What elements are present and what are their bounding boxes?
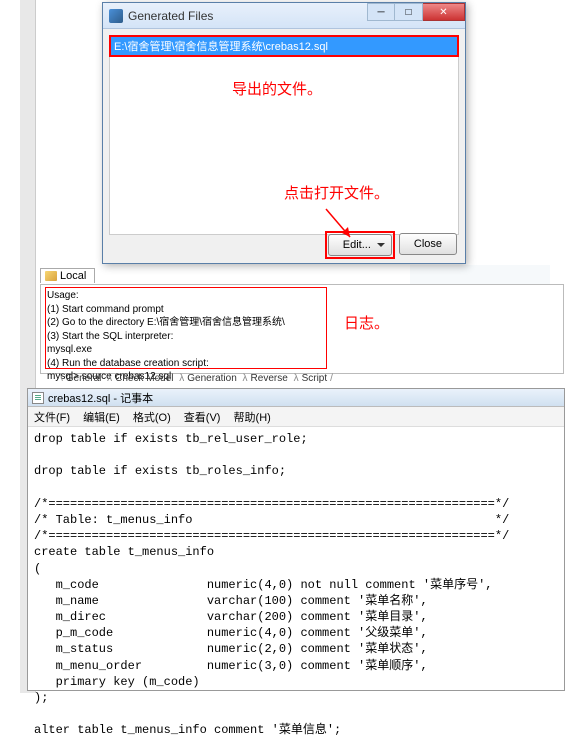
notepad-content[interactable]: drop table if exists tb_rel_user_role; d… [28, 427, 564, 743]
menu-view[interactable]: 查看(V) [184, 412, 221, 424]
tab-general[interactable]: General [63, 373, 105, 384]
maximize-button[interactable]: □ [395, 3, 423, 21]
notepad-icon [32, 392, 44, 404]
tab-generation[interactable]: Generation [184, 373, 239, 384]
notepad-window: crebas12.sql - 记事本 文件(F) 编辑(E) 格式(O) 查看(… [27, 388, 565, 691]
file-list: E:\宿舍管理\宿舍信息管理系统\crebas12.sql [109, 35, 459, 235]
menu-edit[interactable]: 编辑(E) [83, 412, 120, 424]
menu-format[interactable]: 格式(O) [133, 412, 171, 424]
dialog-icon [109, 9, 123, 23]
close-window-button[interactable]: ✕ [423, 3, 465, 21]
annotation-log: 日志。 [344, 312, 389, 333]
arrow-icon [322, 205, 358, 245]
annotation-click-open: 点击打开文件。 [284, 182, 389, 203]
log-highlight-box [45, 287, 327, 369]
notepad-menubar: 文件(F) 编辑(E) 格式(O) 查看(V) 帮助(H) [28, 407, 564, 427]
output-tabs: \General λCheck Model λGeneration λRever… [60, 373, 333, 384]
close-button[interactable]: Close [399, 233, 457, 255]
local-tab[interactable]: Local [40, 268, 95, 283]
file-list-item[interactable]: E:\宿舍管理\宿舍信息管理系统\crebas12.sql [110, 36, 458, 56]
generated-files-dialog: Generated Files ─ □ ✕ E:\宿舍管理\宿舍信息管理系统\c… [102, 2, 466, 264]
notepad-titlebar[interactable]: crebas12.sql - 记事本 [28, 389, 564, 407]
local-tab-label: Local [60, 270, 86, 282]
menu-help[interactable]: 帮助(H) [234, 412, 271, 424]
dialog-title: Generated Files [128, 9, 367, 23]
tab-check-model[interactable]: Check Model [112, 373, 176, 384]
folder-icon [45, 271, 57, 281]
notepad-title-text: crebas12.sql - 记事本 [48, 390, 153, 406]
log-panel: Usage: (1) Start command prompt (2) Go t… [40, 284, 564, 374]
annotation-exported-file: 导出的文件。 [232, 78, 322, 99]
menu-file[interactable]: 文件(F) [34, 412, 70, 424]
tab-reverse[interactable]: Reverse [248, 373, 291, 384]
tab-script[interactable]: Script [299, 373, 331, 384]
dialog-titlebar[interactable]: Generated Files ─ □ ✕ [103, 3, 465, 29]
minimize-button[interactable]: ─ [367, 3, 395, 21]
